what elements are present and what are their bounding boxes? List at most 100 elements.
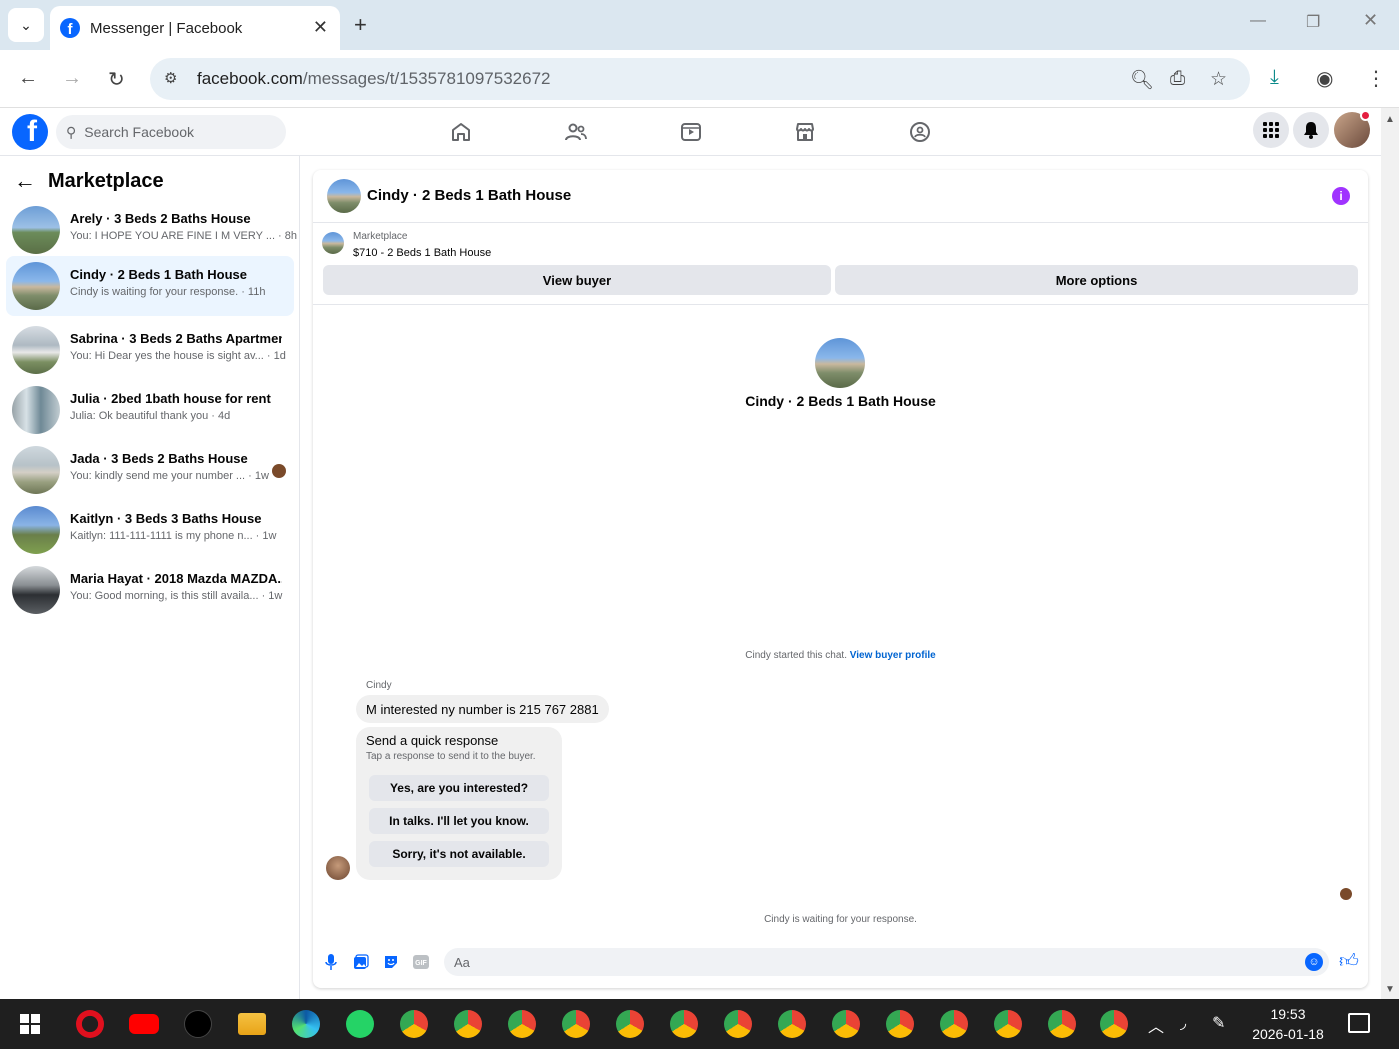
message-input[interactable]: Aa ☺ xyxy=(444,948,1329,976)
account-avatar[interactable] xyxy=(1334,110,1371,148)
youtube-icon[interactable] xyxy=(129,1014,159,1034)
conversation-item[interactable]: Kaitlyn · 3 Beds 3 Baths House Kaitlyn: … xyxy=(6,500,294,560)
address-bar[interactable]: ⚙ facebook.com/messages/t/15357810975326… xyxy=(150,58,1250,100)
back-icon[interactable]: ← xyxy=(18,67,38,90)
system-clock[interactable]: 19:53 2026-01-18 xyxy=(1238,1004,1338,1044)
groups-icon[interactable] xyxy=(908,120,932,144)
marketplace-sidebar: ← Marketplace Arely · 3 Beds 2 Baths Hou… xyxy=(0,156,300,999)
conversation-item[interactable]: Julia · 2bed 1bath house for rent Julia:… xyxy=(6,380,294,440)
conversation-name: Maria Hayat · 2018 Mazda MAZDA... xyxy=(70,571,282,586)
hero-name: Cindy · 2 Beds 1 Bath House xyxy=(745,393,936,409)
search-input[interactable]: ⚲ Search Facebook xyxy=(56,115,286,149)
conversation-item[interactable]: Maria Hayat · 2018 Mazda MAZDA... You: G… xyxy=(6,560,294,620)
view-buyer-profile-link[interactable]: View buyer profile xyxy=(850,650,936,661)
edge-icon[interactable] xyxy=(292,1010,320,1038)
chat-started-notice: Cindy started this chat. View buyer prof… xyxy=(745,650,936,661)
reload-icon[interactable]: ↻ xyxy=(108,67,125,92)
chrome-profile-icon[interactable] xyxy=(400,1010,428,1038)
marketplace-icon[interactable] xyxy=(793,120,817,144)
browser-tab[interactable]: f Messenger | Facebook ✕ xyxy=(50,6,340,50)
search-icon: ⚲ xyxy=(66,123,77,140)
gif-icon[interactable]: GIF xyxy=(413,954,429,970)
notification-center-icon[interactable] xyxy=(1348,1013,1370,1033)
site-settings-icon[interactable]: ⚙ xyxy=(164,69,184,89)
chrome-profile-icon[interactable] xyxy=(994,1010,1022,1038)
video-icon[interactable] xyxy=(679,120,703,144)
chrome-profile-icon[interactable] xyxy=(778,1010,806,1038)
tab-search-button[interactable]: ⌄ xyxy=(8,8,44,42)
close-window-icon[interactable]: ✕ xyxy=(1363,10,1378,31)
conversation-snippet: You: kindly send me your number ... · 1w xyxy=(70,470,269,482)
thumbs-up-icon[interactable]: 👍︎ xyxy=(1339,950,1359,973)
menu-dots-icon[interactable]: ⋮ xyxy=(1366,66,1386,91)
chrome-profile-icon[interactable] xyxy=(1048,1010,1076,1038)
emoji-icon[interactable]: ☺ xyxy=(1305,953,1323,971)
chrome-profile-icon[interactable] xyxy=(940,1010,968,1038)
scroll-down-icon[interactable]: ▼ xyxy=(1385,984,1395,995)
quick-reply-button[interactable]: Sorry, it's not available. xyxy=(369,841,549,867)
page-scrollbar[interactable]: ▲ ▼ xyxy=(1381,108,1399,999)
download-icon[interactable]: ⤓ xyxy=(1270,66,1279,89)
conversation-avatar xyxy=(12,386,60,434)
restore-icon[interactable]: ❐ xyxy=(1306,12,1320,32)
tray-chevron-up-icon[interactable]: ︿ xyxy=(1148,1013,1164,1037)
new-tab-button[interactable]: + xyxy=(354,12,367,38)
notifications-bell-icon[interactable] xyxy=(1293,112,1329,148)
chrome-profile-icon[interactable] xyxy=(454,1010,482,1038)
chrome-profile-icon[interactable] xyxy=(562,1010,590,1038)
windows-start-icon[interactable] xyxy=(20,1014,40,1034)
notification-dot xyxy=(1360,110,1371,121)
windows-taskbar: ︿ ◞ ✎ 19:53 2026-01-18 xyxy=(0,999,1399,1049)
photo-icon[interactable] xyxy=(353,954,369,970)
wifi-icon[interactable]: ◞ xyxy=(1180,1013,1186,1033)
home-icon[interactable] xyxy=(449,120,473,144)
chrome-profile-icon[interactable] xyxy=(886,1010,914,1038)
opera-icon[interactable] xyxy=(76,1010,104,1038)
chrome-profile-icon[interactable] xyxy=(1100,1010,1128,1038)
scroll-up-icon[interactable]: ▲ xyxy=(1385,114,1395,125)
conversation-item[interactable]: Arely · 3 Beds 2 Baths House You: I HOPE… xyxy=(6,200,297,260)
sticker-icon[interactable] xyxy=(383,954,399,970)
conversation-item[interactable]: Jada · 3 Beds 2 Baths House You: kindly … xyxy=(6,440,294,500)
menu-grid-icon[interactable] xyxy=(1253,112,1289,148)
pen-icon[interactable]: ✎ xyxy=(1212,1013,1225,1033)
conversation-snippet: Kaitlyn: 111-111-1111 is my phone n... ·… xyxy=(70,530,277,542)
minimize-icon[interactable]: — xyxy=(1250,12,1266,30)
back-arrow-icon[interactable]: ← xyxy=(14,168,36,194)
listing-price[interactable]: $710 - 2 Beds 1 Bath House xyxy=(353,247,491,259)
tiktok-icon[interactable] xyxy=(184,1010,212,1038)
file-explorer-icon[interactable] xyxy=(238,1013,266,1035)
chrome-profile-icon[interactable] xyxy=(670,1010,698,1038)
forward-icon[interactable]: → xyxy=(62,67,82,90)
conversation-snippet: Cindy is waiting for your response. · 11… xyxy=(70,286,266,298)
sender-avatar xyxy=(326,856,350,880)
view-buyer-button[interactable]: View buyer xyxy=(323,265,831,295)
chrome-profile-icon[interactable] xyxy=(508,1010,536,1038)
conversation-snippet: You: Hi Dear yes the house is sight av..… xyxy=(70,350,286,362)
conversation-item[interactable]: Sabrina · 3 Beds 2 Baths Apartmen... You… xyxy=(6,320,294,380)
conversation-avatar xyxy=(12,446,60,494)
quick-reply-button[interactable]: In talks. I'll let you know. xyxy=(369,808,549,834)
chrome-profile-icon[interactable] xyxy=(724,1010,752,1038)
chrome-profile-icon[interactable] xyxy=(832,1010,860,1038)
quick-reply-button[interactable]: Yes, are you interested? xyxy=(369,775,549,801)
conversation-avatar xyxy=(12,262,60,310)
friends-icon[interactable] xyxy=(564,120,588,144)
bookmark-star-icon[interactable]: ☆ xyxy=(1210,68,1227,91)
profile-icon[interactable]: ◉ xyxy=(1316,66,1333,91)
more-options-button[interactable]: More options xyxy=(835,265,1358,295)
info-icon[interactable]: i xyxy=(1332,187,1350,205)
microphone-icon[interactable] xyxy=(323,954,339,970)
chrome-profile-icon[interactable] xyxy=(616,1010,644,1038)
listing-thumbnail[interactable] xyxy=(322,232,344,254)
close-tab-icon[interactable]: ✕ xyxy=(313,17,328,38)
clock-time: 19:53 xyxy=(1270,1006,1306,1022)
chat-avatar[interactable] xyxy=(327,179,361,213)
conversation-item-active[interactable]: Cindy · 2 Beds 1 Bath House Cindy is wai… xyxy=(6,256,294,316)
conversation-name: Arely · 3 Beds 2 Baths House xyxy=(70,211,251,226)
zoom-icon[interactable]: 🔍︎ xyxy=(1130,68,1154,92)
install-app-icon[interactable]: ⎙ xyxy=(1170,68,1185,90)
chat-title[interactable]: Cindy · 2 Beds 1 Bath House xyxy=(367,187,571,204)
whatsapp-icon[interactable] xyxy=(346,1010,374,1038)
facebook-logo-icon[interactable]: f xyxy=(12,114,48,150)
